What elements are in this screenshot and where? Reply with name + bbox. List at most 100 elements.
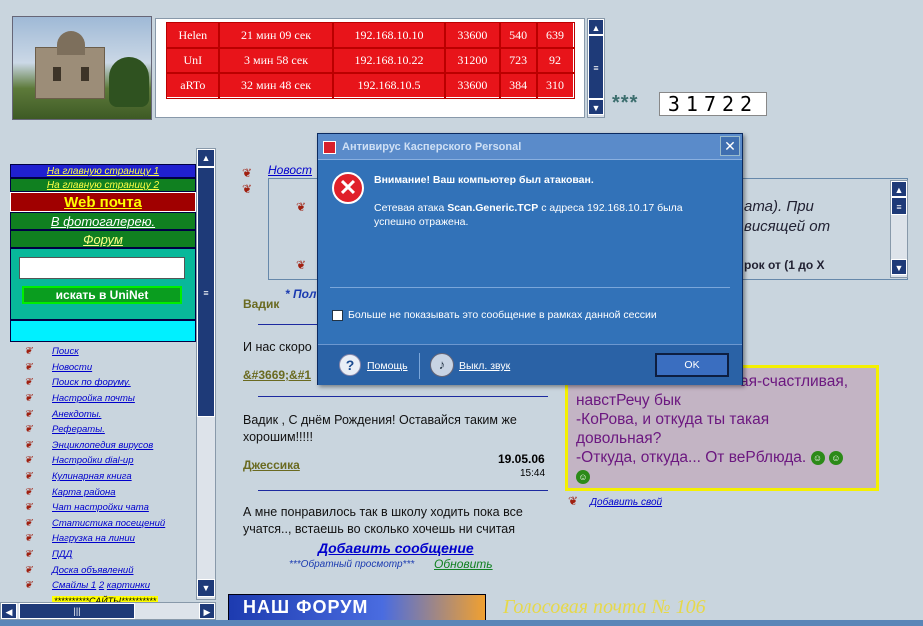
joke-line: -Откуда, откуда... От веРблюда. ☺ ☺ — [576, 448, 868, 467]
link-search[interactable]: Поиск — [52, 346, 79, 357]
dialog-footer: ? Помощь ♪ Выкл. звук OK — [318, 344, 742, 385]
mute-sound-link[interactable]: Выкл. звук — [459, 360, 510, 372]
poll-link[interactable]: * Пол — [285, 287, 316, 301]
message-author[interactable]: Вадик — [243, 297, 279, 311]
link-smiles-2[interactable]: 2 — [99, 580, 104, 591]
bullet-icon: ❦ — [24, 393, 33, 405]
table-row: UnI 3 мин 58 сек 192.168.10.22 31200 723… — [165, 46, 575, 74]
link-dialup[interactable]: Настройки dial-up — [52, 455, 133, 466]
voicemail-banner[interactable]: Голосовая почта № 106 — [503, 596, 706, 619]
nav-webmail-link[interactable]: Web почта — [64, 194, 142, 211]
link-stats[interactable]: Статистика посещений — [52, 518, 165, 529]
search-box: искать в UniNet — [10, 248, 196, 320]
link-news[interactable]: Новости — [52, 362, 92, 373]
kaspersky-icon — [323, 141, 336, 154]
link-classifieds[interactable]: Доска объявлений — [52, 565, 134, 576]
dont-show-checkbox[interactable] — [332, 310, 343, 321]
bullet-icon: ❦ — [24, 580, 33, 592]
attack-name: Scan.Generic.TCP — [447, 202, 539, 214]
scroll-thumb[interactable]: ||| — [19, 603, 135, 619]
news-link[interactable]: Новост — [268, 163, 312, 177]
link-district-map[interactable]: Карта района — [52, 487, 116, 498]
user-time: 21 мин 09 сек — [218, 21, 334, 49]
list-item: ❦ Статистика посещений — [24, 516, 196, 532]
user-port: 31200 — [444, 46, 501, 74]
link-traffic-rules[interactable]: ПДД — [52, 549, 72, 560]
nav-home-1: На главную страницу 1 — [10, 164, 196, 178]
link-cookbook[interactable]: Кулинарная книга — [52, 471, 132, 482]
close-button[interactable]: ✕ — [720, 136, 740, 156]
link-virus-encyclopedia[interactable]: Энциклопедия вирусов — [52, 440, 153, 451]
add-message-link[interactable]: Добавить сообщение — [318, 540, 474, 556]
joke-line: ☺ — [576, 467, 868, 486]
bullet-icon: ❦ — [242, 166, 253, 180]
list-item: ❦ Чат настройки чата — [24, 500, 196, 516]
link-forum-search[interactable]: Поиск по форуму. — [52, 377, 131, 388]
nav-forum: Форум — [10, 230, 196, 248]
user-value-a: 540 — [498, 21, 538, 49]
scroll-thumb[interactable]: ≡ — [197, 167, 215, 417]
scroll-up-icon[interactable]: ▲ — [891, 181, 907, 197]
nav-webmail: Web почта — [10, 192, 196, 212]
scroll-down-icon[interactable]: ▼ — [588, 99, 604, 115]
scroll-up-icon[interactable]: ▲ — [197, 149, 215, 167]
link-essays[interactable]: Рефераты. — [52, 424, 105, 435]
nav-home-2: На главную страницу 2 — [10, 178, 196, 192]
search-input[interactable] — [19, 257, 185, 279]
divider — [330, 287, 730, 288]
bullet-icon: ❦ — [24, 549, 33, 561]
link-chat[interactable]: Чат настройки чата — [52, 502, 149, 513]
bullet-icon: ❦ — [24, 471, 33, 483]
joke-line: -КоРова, и откуда ты такая — [576, 411, 770, 428]
search-button[interactable]: искать в UniNet — [22, 286, 182, 304]
user-value-b: 92 — [535, 46, 575, 74]
scroll-thumb[interactable]: ≡ — [891, 197, 907, 215]
news-scrollbar[interactable]: ▲ ≡ ▼ — [890, 180, 908, 278]
scroll-down-icon[interactable]: ▼ — [891, 259, 907, 275]
users-scrollbar[interactable]: ▲ ≡ ▼ — [587, 18, 605, 118]
church-photo — [12, 16, 152, 120]
help-link[interactable]: Помощь — [367, 360, 408, 372]
link-line-load[interactable]: Нагрузка на линии — [52, 533, 135, 544]
smiley-icon: ☺ — [828, 450, 843, 465]
message-author[interactable]: Джессика — [243, 458, 300, 472]
list-item: ❦ Настройка почты — [24, 391, 196, 407]
forum-banner[interactable]: НАШ ФОРУМ — [228, 594, 486, 622]
left-frame-vscrollbar[interactable]: ▲ ≡ ▼ — [196, 148, 216, 600]
nav-forum-link[interactable]: Форум — [83, 232, 123, 247]
nav-home-1-link[interactable]: На главную страницу 1 — [47, 166, 159, 177]
nav-home-2-link[interactable]: На главную страницу 2 — [47, 180, 159, 191]
scroll-thumb[interactable]: ≡ — [588, 35, 604, 99]
link-mail-setup[interactable]: Настройка почты — [52, 393, 135, 404]
forum-banner-label: НАШ ФОРУМ — [243, 597, 369, 617]
speaker-icon[interactable]: ♪ — [430, 353, 454, 377]
scroll-up-icon[interactable]: ▲ — [588, 19, 604, 35]
divider — [258, 490, 548, 491]
link-pictures[interactable]: картинки — [107, 580, 150, 591]
help-icon[interactable]: ? — [339, 354, 361, 376]
visit-counter: 31722 — [659, 92, 767, 116]
message-text: Вадик , С днём Рождения! Оставайся таким… — [243, 413, 517, 444]
dialog-title: Антивирус Касперского Personal — [342, 141, 522, 153]
bullet-icon: ❦ — [24, 346, 33, 358]
counter-stars: *** — [612, 92, 639, 114]
link-smiles-1[interactable]: Смайлы 1 — [52, 580, 96, 591]
scroll-left-icon[interactable]: ◀ — [1, 603, 17, 619]
message-author[interactable]: &#3669;&#1 — [243, 368, 311, 382]
left-frame-hscrollbar[interactable]: ◀ ||| ▶ — [0, 602, 216, 620]
table-row: Helen 21 мин 09 сек 192.168.10.10 33600 … — [165, 21, 575, 49]
link-jokes[interactable]: Анекдоты. — [52, 409, 101, 420]
nav-gallery-link[interactable]: В фотогалерею. — [51, 214, 155, 229]
user-ip: 192.168.10.10 — [331, 21, 447, 49]
dialog-titlebar[interactable]: Антивирус Касперского Personal ✕ — [318, 134, 742, 160]
add-joke-link[interactable]: Добавить свой — [590, 497, 662, 508]
dont-show-label[interactable]: Больше не показывать это сообщение в рам… — [348, 309, 657, 321]
reverse-view-link[interactable]: ***Обратный просмотр*** — [289, 559, 414, 570]
ok-button[interactable]: OK — [655, 353, 729, 377]
bullet-icon: ❦ — [296, 200, 307, 214]
table-row: aRTo 32 мин 48 сек 192.168.10.5 33600 38… — [165, 71, 575, 99]
scroll-right-icon[interactable]: ▶ — [199, 603, 215, 619]
refresh-link[interactable]: Обновить — [434, 557, 493, 571]
scroll-down-icon[interactable]: ▼ — [197, 579, 215, 597]
message-date: 19.05.06 — [498, 452, 545, 466]
